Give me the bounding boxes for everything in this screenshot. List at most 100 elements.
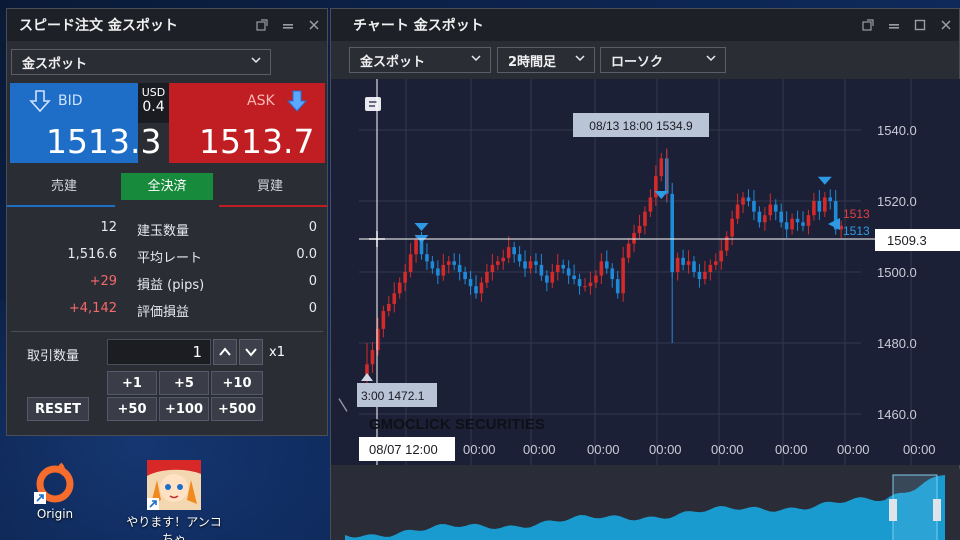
- spread-value: 0.4: [142, 99, 165, 115]
- candle-body: [610, 268, 615, 280]
- x-tick-label: 00:00: [775, 442, 808, 457]
- candle-body: [703, 272, 707, 280]
- candle-body: [817, 201, 822, 212]
- candle-body: [643, 211, 647, 226]
- stat-label: 建玉数量: [137, 224, 190, 239]
- candle-body: [675, 257, 680, 272]
- candle-body: [697, 272, 702, 280]
- candle-body: [605, 261, 609, 269]
- bid-price: 1513.3: [46, 122, 162, 161]
- spread-box: USD 0.4: [138, 83, 169, 123]
- quick-add-50-button[interactable]: +50: [107, 397, 157, 421]
- price-chart[interactable]: 1540.0 1520.0 1500.0 1480.0 1460.0 00:00 00:0…: [331, 9, 960, 540]
- speed-order-panel: スピード注文 金スポット 金スポット BID 1513.3 USD 0.4 AS…: [6, 8, 328, 436]
- quantity-down-button[interactable]: [239, 339, 263, 365]
- candle-body: [823, 197, 827, 212]
- candle-body: [512, 247, 516, 255]
- chart-instrument-value: 金スポット: [360, 54, 426, 70]
- candle-body: [441, 264, 446, 276]
- timeframe-select[interactable]: 2時間足: [497, 47, 595, 73]
- chevron-down-icon: [706, 55, 716, 62]
- candle-body: [735, 204, 740, 219]
- candle-body: [561, 264, 565, 269]
- chart-instrument-select[interactable]: 金スポット: [349, 47, 491, 73]
- candle-body: [637, 225, 642, 233]
- candle-body: [397, 282, 402, 294]
- low-annotation: 3:00 1472.1: [361, 389, 425, 403]
- candle-body: [583, 286, 587, 288]
- close-icon[interactable]: [301, 9, 327, 41]
- candle-body: [757, 211, 762, 223]
- reset-button[interactable]: RESET: [27, 397, 89, 421]
- order-instrument-select[interactable]: 金スポット: [11, 49, 271, 75]
- game-character-icon: [147, 460, 201, 510]
- candle-body: [719, 250, 724, 262]
- candle-body: [474, 286, 478, 294]
- tab-sell[interactable]: 売建: [7, 173, 121, 209]
- desktop-icon-game[interactable]: やります！アンコちゃ: [124, 460, 224, 540]
- navigator-left-handle[interactable]: [889, 499, 897, 521]
- order-titlebar[interactable]: スピード注文 金スポット: [7, 9, 327, 41]
- order-instrument-value: 金スポット: [22, 56, 88, 72]
- memo-icon[interactable]: [365, 97, 381, 111]
- candle-body: [523, 261, 527, 269]
- candle-body: [485, 272, 489, 283]
- ask-label: ASK: [247, 93, 275, 109]
- candle-body: [506, 247, 511, 258]
- watermark: GMOCLICK SECURITIES: [369, 416, 545, 433]
- multiplier-label: x1: [269, 345, 285, 360]
- stat-row-position-qty: 12 建玉数量 0: [7, 215, 327, 242]
- quantity-input[interactable]: 1: [107, 339, 211, 365]
- navigator-window[interactable]: [892, 474, 938, 540]
- candle-body: [801, 222, 805, 226]
- stat-left-value: +29: [89, 274, 117, 289]
- candle-body: [496, 261, 500, 265]
- quick-add-1-button[interactable]: +1: [107, 371, 157, 395]
- high-annotation: 08/13 18:00 1534.9: [589, 119, 693, 133]
- minimize-icon[interactable]: [275, 9, 301, 41]
- navigator-right-handle[interactable]: [933, 499, 941, 521]
- candle-body: [648, 197, 653, 212]
- detach-icon[interactable]: [249, 9, 275, 41]
- candle-body: [784, 222, 789, 230]
- quick-add-10-button[interactable]: +10: [211, 371, 263, 395]
- candle-body: [425, 254, 429, 262]
- stat-row-valuation: +4,142 評価損益 0: [7, 296, 327, 323]
- stat-left-value: 12: [100, 220, 117, 235]
- quick-add-100-button[interactable]: +100: [159, 397, 209, 421]
- tab-buy[interactable]: 買建: [213, 173, 327, 209]
- ask-button[interactable]: ASK 1513.7: [169, 83, 325, 163]
- quantity-up-button[interactable]: [213, 339, 237, 365]
- chevron-down-icon: [251, 57, 261, 64]
- bid-button[interactable]: BID 1513.3: [10, 83, 161, 163]
- candle-body: [779, 211, 783, 223]
- x-tick-label: 00:00: [523, 442, 556, 457]
- x-tick-label: 00:00: [903, 442, 936, 457]
- chevron-down-icon: [245, 348, 257, 357]
- candle-body: [599, 261, 604, 276]
- stat-right-value: 0: [308, 274, 317, 289]
- quick-add-5-button[interactable]: +5: [159, 371, 209, 395]
- chevron-down-icon: [575, 55, 585, 62]
- x-tick-label: 00:00: [711, 442, 744, 457]
- candle-body: [479, 282, 484, 294]
- candle-body: [490, 264, 495, 272]
- quick-add-500-button[interactable]: +500: [211, 397, 263, 421]
- candle-body: [812, 201, 816, 216]
- chart-style-select[interactable]: ローソク: [600, 47, 726, 73]
- candle-body: [577, 279, 582, 287]
- chart-style-value: ローソク: [611, 54, 664, 70]
- candle-body: [452, 261, 456, 265]
- position-stats: 12 建玉数量 0 1,516.6 平均レート 0.0 +29 損益 (pips…: [7, 215, 327, 323]
- tab-close-all[interactable]: 全決済: [121, 173, 213, 209]
- desktop-icon-label: Origin: [36, 507, 74, 521]
- candle-body: [387, 303, 391, 312]
- desktop-icon-origin[interactable]: Origin: [10, 462, 100, 521]
- stat-label: 平均レート: [137, 251, 203, 266]
- stat-row-average-rate: 1,516.6 平均レート 0.0: [7, 242, 327, 269]
- candle-body: [654, 176, 658, 198]
- stat-label: 評価損益: [137, 305, 190, 320]
- candle-body: [773, 204, 778, 212]
- candle-body: [545, 275, 549, 283]
- x-tick-label: 00:00: [463, 442, 496, 457]
